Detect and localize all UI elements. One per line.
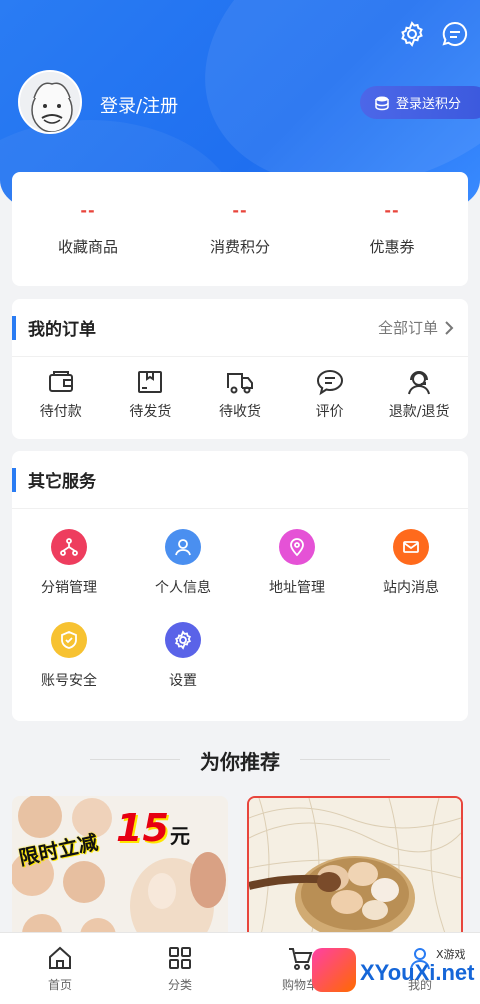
- order-label: 待发货: [129, 404, 172, 420]
- services-card: 其它服务 分销管理 个人信息 地址管理 站内消息 账号安全 设置: [12, 451, 468, 721]
- section-accent-bar: [12, 467, 16, 492]
- recommend-title: 为你推荐: [200, 749, 280, 774]
- section-accent-bar: [12, 315, 16, 340]
- promo-amount: 15: [116, 806, 169, 850]
- all-orders-label: 全部订单: [377, 319, 438, 337]
- order-label: 退款/退货: [388, 404, 450, 420]
- settings-icon[interactable]: [398, 20, 426, 48]
- points-button-label: 登录送积分: [396, 97, 462, 112]
- order-refund[interactable]: 退款/退货: [374, 367, 464, 421]
- order-label: 评价: [315, 404, 344, 420]
- login-register-link[interactable]: 登录/注册: [100, 92, 178, 118]
- gear-icon: [165, 622, 201, 658]
- coins-icon: [375, 96, 389, 110]
- tab-home[interactable]: 首页: [0, 933, 120, 1004]
- user-icon: [165, 529, 201, 565]
- shield-icon: [51, 622, 87, 658]
- all-orders-link[interactable]: 全部订单: [378, 317, 454, 338]
- stat-value: --: [80, 201, 96, 220]
- stat-label: 优惠券: [369, 238, 415, 256]
- stat-favorites[interactable]: -- 收藏商品: [12, 172, 164, 286]
- services-header: 其它服务: [12, 451, 468, 509]
- service-distribution[interactable]: 分销管理: [12, 529, 126, 622]
- orders-title: 我的订单: [28, 320, 96, 340]
- stat-points[interactable]: -- 消费积分: [164, 172, 316, 286]
- tab-category[interactable]: 分类: [120, 933, 240, 1004]
- message-icon[interactable]: [441, 20, 469, 48]
- service-agent-icon: [408, 371, 431, 395]
- services-grid: 分销管理 个人信息 地址管理 站内消息 账号安全 设置: [12, 509, 468, 715]
- service-label: 设置: [169, 673, 197, 689]
- mail-icon: [393, 529, 429, 565]
- recommend-header: 为你推荐: [90, 740, 390, 780]
- stat-label: 收藏商品: [57, 238, 118, 256]
- distribution-icon: [51, 529, 87, 565]
- order-pending-receipt[interactable]: 待收货: [195, 367, 285, 421]
- category-icon: [169, 947, 191, 969]
- site-watermark: X游戏 XYouXi.net: [300, 940, 480, 1004]
- order-pending-payment[interactable]: 待付款: [16, 367, 106, 421]
- stat-value: --: [232, 201, 248, 220]
- watermark-logo-icon: [312, 948, 356, 992]
- service-label: 地址管理: [269, 580, 325, 596]
- stat-label: 消费积分: [209, 238, 270, 256]
- service-account-security[interactable]: 账号安全: [12, 622, 126, 715]
- service-label: 分销管理: [41, 580, 97, 596]
- product-card[interactable]: 限时立减 15 元: [12, 796, 228, 946]
- service-label: 账号安全: [41, 673, 97, 689]
- service-label: 站内消息: [383, 580, 439, 596]
- eggs-basket-image: [249, 798, 461, 944]
- product-card[interactable]: [247, 796, 463, 946]
- tab-label: 首页: [47, 978, 72, 992]
- wallet-icon: [48, 371, 73, 392]
- package-icon: [138, 371, 163, 393]
- order-pending-shipment[interactable]: 待发货: [106, 367, 196, 421]
- service-settings[interactable]: 设置: [126, 622, 240, 715]
- location-icon: [279, 529, 315, 565]
- truck-icon: [226, 373, 253, 394]
- service-profile[interactable]: 个人信息: [126, 529, 240, 622]
- order-label: 待付款: [39, 404, 82, 420]
- home-icon: [49, 946, 71, 969]
- chevron-right-icon: [445, 320, 454, 335]
- avatar[interactable]: [18, 70, 82, 134]
- login-points-button[interactable]: 登录送积分: [360, 86, 480, 119]
- service-messages[interactable]: 站内消息: [354, 529, 468, 622]
- stat-coupons[interactable]: -- 优惠券: [316, 172, 468, 286]
- orders-card: 我的订单 全部订单 待付款 待发货 待收货 评价 退款/退货: [12, 299, 468, 439]
- service-label: 个人信息: [155, 580, 211, 596]
- order-review[interactable]: 评价: [285, 367, 375, 421]
- stat-value: --: [384, 201, 400, 220]
- comment-icon: [316, 369, 343, 396]
- order-label: 待收货: [218, 404, 261, 420]
- orders-header: 我的订单 全部订单: [12, 299, 468, 357]
- order-status-row: 待付款 待发货 待收货 评价 退款/退货: [12, 357, 468, 421]
- promo-unit: 元: [170, 824, 190, 848]
- watermark-text: XYouXi.net: [360, 960, 475, 985]
- services-title: 其它服务: [28, 472, 96, 492]
- stats-card: -- 收藏商品 -- 消费积分 -- 优惠券: [12, 172, 468, 286]
- tab-label: 分类: [167, 978, 192, 992]
- service-address[interactable]: 地址管理: [240, 529, 354, 622]
